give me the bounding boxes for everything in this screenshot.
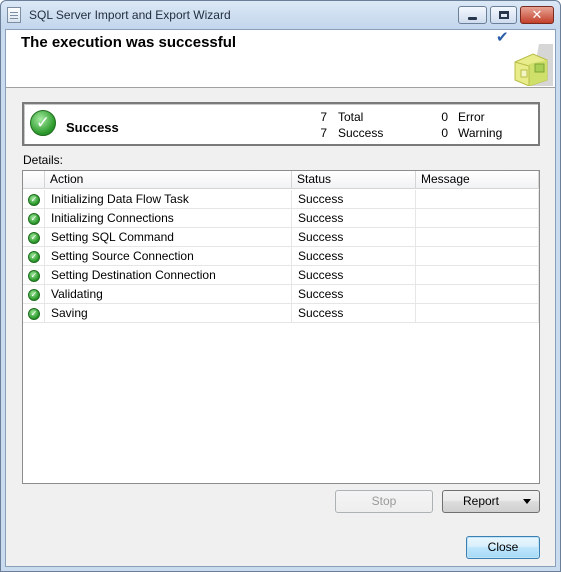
success-count: 7: [320, 126, 327, 140]
close-window-button[interactable]: ✕: [520, 6, 554, 24]
wizard-window: SQL Server Import and Export Wizard ✕ Th…: [0, 0, 561, 572]
warning-label: Warning: [458, 126, 503, 140]
column-header-status[interactable]: Status: [292, 171, 416, 189]
success-label: Success: [338, 126, 384, 140]
minimize-icon: [468, 16, 477, 20]
row-status: Success: [292, 266, 416, 285]
total-label: Total: [338, 110, 364, 124]
table-row[interactable]: ✓ Setting Source Connection Success: [23, 247, 539, 266]
table-row[interactable]: ✓ Saving Success: [23, 304, 539, 323]
check-circle-icon: ✓: [28, 213, 40, 225]
summary-panel: ✓ Success 7 Total 7 Success 0 Error 0 Wa…: [22, 102, 540, 146]
row-message: [416, 190, 539, 209]
row-message: [416, 209, 539, 228]
row-message: [416, 228, 539, 247]
table-row[interactable]: ✓ Initializing Connections Success: [23, 209, 539, 228]
checkmark-icon: ✔: [496, 28, 509, 46]
details-label: Details:: [23, 153, 64, 167]
row-action: Setting Source Connection: [45, 247, 292, 266]
success-icon: ✓: [30, 110, 56, 136]
row-status: Success: [292, 304, 416, 323]
row-status: Success: [292, 247, 416, 266]
table-row[interactable]: ✓ Setting Destination Connection Success: [23, 266, 539, 285]
row-action: Setting Destination Connection: [45, 266, 292, 285]
table-row[interactable]: ✓ Setting SQL Command Success: [23, 228, 539, 247]
row-status: Success: [292, 209, 416, 228]
check-circle-icon: ✓: [28, 232, 40, 244]
summary-status: Success: [66, 120, 119, 135]
window-title: SQL Server Import and Export Wizard: [29, 8, 231, 22]
report-button-label: Report: [462, 494, 500, 508]
table-row[interactable]: ✓ Initializing Data Flow Task Success: [23, 190, 539, 209]
grid-header: Action Status Message: [23, 171, 539, 189]
warning-count: 0: [441, 126, 448, 140]
row-message: [416, 304, 539, 323]
check-circle-icon: ✓: [28, 194, 40, 206]
column-header-message[interactable]: Message: [416, 171, 539, 189]
title-bar[interactable]: SQL Server Import and Export Wizard ✕: [1, 1, 560, 29]
maximize-button[interactable]: [490, 6, 517, 24]
details-grid[interactable]: Action Status Message ✓ Initializing Dat…: [22, 170, 540, 484]
dropdown-arrow-icon: [523, 499, 531, 504]
wizard-content: The execution was successful ✔ ✓ Success…: [5, 28, 556, 567]
check-circle-icon: ✓: [28, 308, 40, 320]
row-action: Saving: [45, 304, 292, 323]
row-action: Initializing Data Flow Task: [45, 190, 292, 209]
wizard-graphic-icon: [514, 44, 553, 86]
close-button[interactable]: Close: [466, 536, 540, 559]
total-count: 7: [320, 110, 327, 124]
row-action: Validating: [45, 285, 292, 304]
close-icon: ✕: [531, 7, 543, 23]
row-status: Success: [292, 190, 416, 209]
check-circle-icon: ✓: [28, 270, 40, 282]
icon-column-header[interactable]: [23, 171, 45, 189]
document-icon: [7, 7, 21, 23]
report-button[interactable]: Report: [442, 490, 540, 513]
maximize-icon: [498, 11, 509, 19]
row-message: [416, 247, 539, 266]
row-status: Success: [292, 285, 416, 304]
stop-button[interactable]: Stop: [335, 490, 433, 513]
header-panel: The execution was successful ✔: [6, 28, 555, 88]
error-count: 0: [441, 110, 448, 124]
column-header-action[interactable]: Action: [45, 171, 292, 189]
table-row[interactable]: ✓ Validating Success: [23, 285, 539, 304]
row-action: Setting SQL Command: [45, 228, 292, 247]
row-action: Initializing Connections: [45, 209, 292, 228]
check-circle-icon: ✓: [28, 289, 40, 301]
row-message: [416, 266, 539, 285]
page-title: The execution was successful: [21, 34, 237, 51]
minimize-button[interactable]: [458, 6, 487, 24]
error-label: Error: [458, 110, 485, 124]
row-message: [416, 285, 539, 304]
check-circle-icon: ✓: [28, 251, 40, 263]
row-status: Success: [292, 228, 416, 247]
